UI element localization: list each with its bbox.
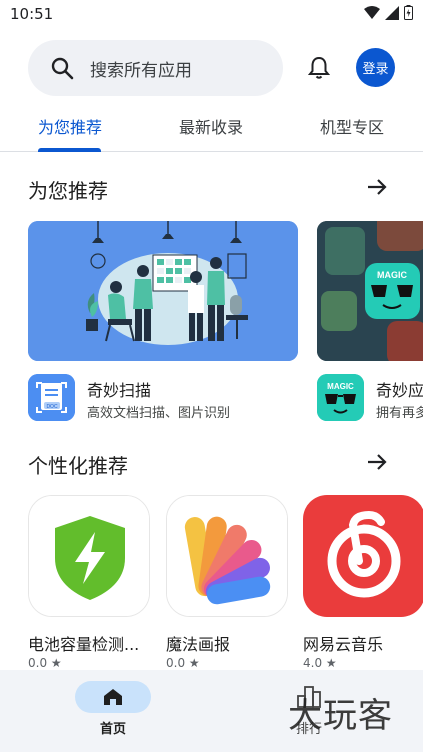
star-icon: ★: [325, 656, 337, 670]
app-rating-value: 0.0: [166, 656, 186, 670]
tab-recommended[interactable]: 为您推荐: [38, 114, 102, 138]
arrow-right-icon[interactable]: [364, 174, 390, 200]
battery-icon: [404, 5, 413, 20]
banner-scan[interactable]: [28, 221, 298, 361]
nav-home[interactable]: 首页: [75, 681, 151, 741]
status-bar: 10:51: [0, 0, 423, 30]
app-name: 网易云音乐: [303, 635, 384, 654]
login-button[interactable]: 登录: [356, 48, 395, 87]
app-rating-value: 0.0: [28, 656, 48, 670]
magic-icon: MAGIC: [317, 374, 364, 421]
app-rating-value: 4.0: [303, 656, 323, 670]
fan-icon: [166, 495, 288, 617]
featured-app-scan[interactable]: DOC 奇妙扫描 高效文档扫描、图片识别: [28, 374, 298, 424]
app-rating: 4.0 ★: [303, 656, 337, 670]
section-title-recommended: 为您推荐: [28, 179, 108, 203]
home-icon: [104, 689, 122, 705]
watermark: 大玩客: [288, 696, 393, 736]
tab-new[interactable]: 最新收录: [179, 114, 243, 138]
magic-icon-label: MAGIC: [327, 382, 354, 391]
app-card-pictorial[interactable]: 魔法画报 0.0 ★: [166, 495, 290, 675]
top-bar: 搜索所有应用 登录: [0, 40, 423, 96]
battery-shield-icon: [28, 495, 150, 617]
bell-icon: [308, 56, 330, 79]
section-title-personalized: 个性化推荐: [28, 454, 128, 478]
banner-magic-art: MAGIC: [317, 221, 423, 361]
app-rating: 0.0 ★: [28, 656, 62, 670]
star-icon: ★: [50, 656, 62, 670]
scan-doc-icon: DOC: [28, 374, 75, 421]
featured-app-desc: 拥有再多: [376, 406, 423, 421]
app-card-battery[interactable]: 电池容量检测... 0.0 ★: [28, 495, 152, 675]
nav-home-pill: [75, 681, 151, 713]
app-name: 电池容量检测...: [28, 635, 140, 654]
featured-app-desc: 高效文档扫描、图片识别: [87, 406, 231, 421]
notification-button[interactable]: [305, 54, 333, 82]
app-name: 魔法画报: [166, 635, 231, 654]
tab-bar: 为您推荐 最新收录 机型专区: [0, 100, 423, 152]
tab-device[interactable]: 机型专区: [320, 114, 384, 138]
search-icon: [51, 57, 74, 80]
search-placeholder: 搜索所有应用: [90, 60, 192, 81]
featured-app-magic[interactable]: MAGIC 奇妙应 拥有再多: [317, 374, 423, 424]
status-time: 10:51: [10, 5, 54, 23]
featured-app-name: 奇妙应: [376, 381, 423, 400]
star-icon: ★: [188, 656, 200, 670]
scan-icon-label: DOC: [46, 404, 58, 410]
netease-music-icon: [303, 495, 423, 617]
arrow-right-icon[interactable]: [364, 449, 390, 475]
signal-icon: [385, 5, 399, 20]
nav-home-label: 首页: [99, 722, 126, 737]
featured-app-name: 奇妙扫描: [87, 381, 152, 400]
banner-illustration: [28, 221, 298, 361]
wifi-icon: [364, 5, 380, 19]
app-rating: 0.0 ★: [166, 656, 200, 670]
status-icons: [364, 5, 413, 20]
banner-magic-badge: MAGIC: [377, 270, 407, 280]
tab-indicator: [38, 148, 101, 152]
app-card-netease[interactable]: 网易云音乐 4.0 ★: [303, 495, 423, 675]
banner-magic[interactable]: MAGIC: [317, 221, 423, 361]
search-bar[interactable]: 搜索所有应用: [28, 40, 283, 96]
